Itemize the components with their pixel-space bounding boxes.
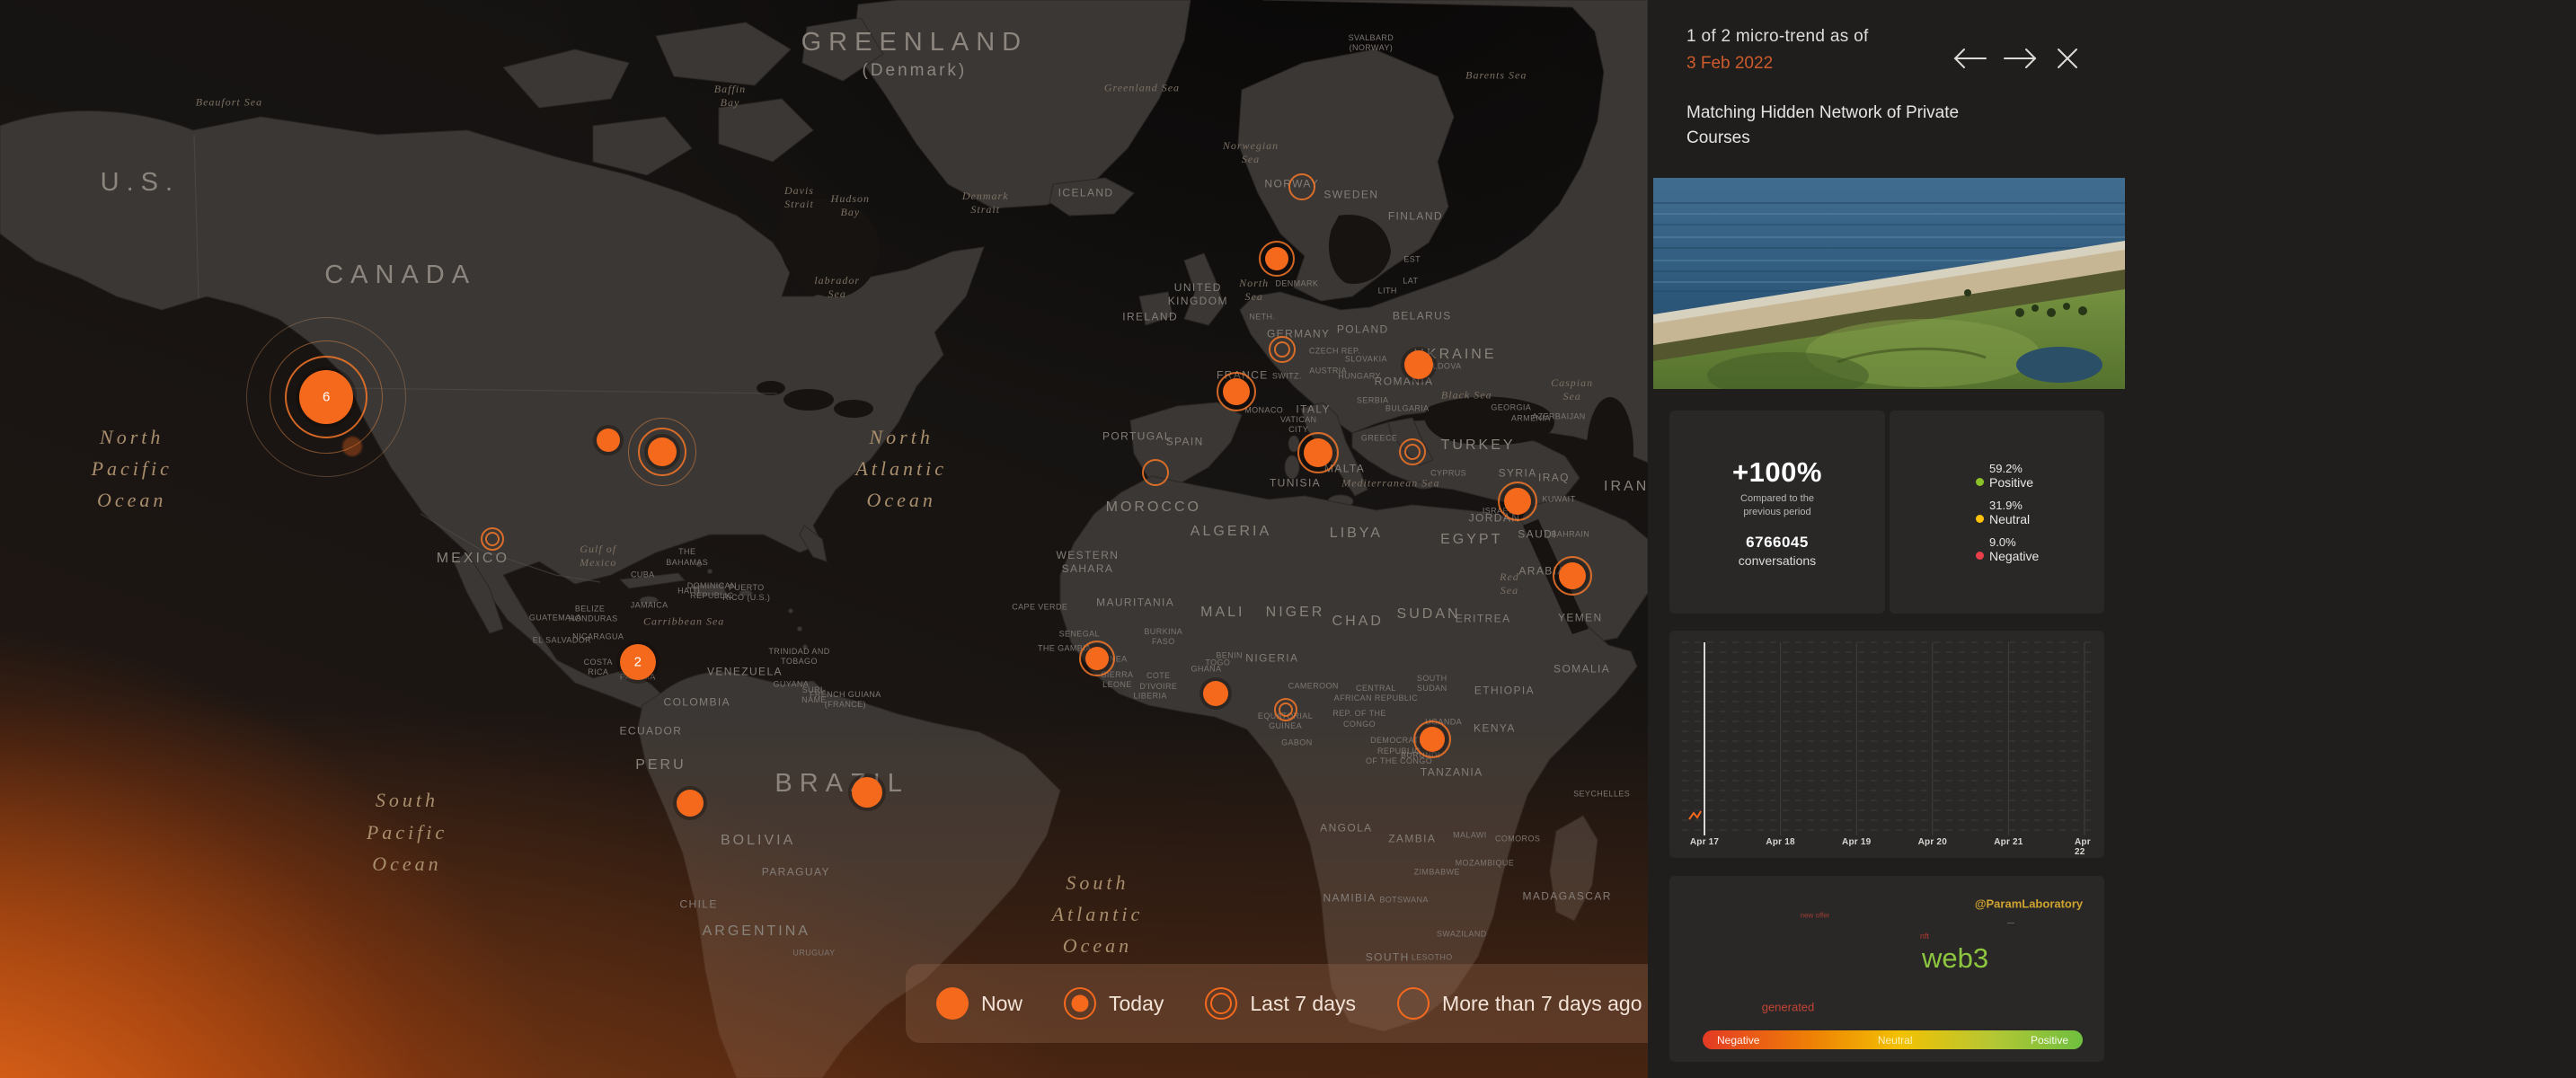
trend-detail-panel: 1 of 2 micro-trend as of 3 Feb 2022 Matc… xyxy=(1648,0,2576,1078)
next-trend-button[interactable] xyxy=(2001,43,2040,74)
legend-older-icon xyxy=(1397,987,1430,1020)
legend-item-week: Last 7 days xyxy=(1205,987,1356,1020)
change-caption: Compared to the previous period xyxy=(1740,493,1814,517)
volume-stat-card: +100% Compared to the previous period 67… xyxy=(1669,411,1885,614)
sentiment-row-positive: 59.2% Positive xyxy=(1976,462,2104,490)
conversations-count: 6766045 xyxy=(1746,533,1809,551)
scale-positive-label: Positive xyxy=(2030,1033,2068,1047)
chart-date-label: Apr 22 xyxy=(2075,837,2091,857)
world-map[interactable]: GREENLAND (Denmark) SVALBARD (NORWAY) Beauf… xyxy=(0,0,1648,1078)
wordcloud-word[interactable]: @ParamLaboratory xyxy=(1975,897,2083,911)
chart-date-label: Apr 18 xyxy=(1766,837,1795,847)
sentiment-stat-card: 59.2% Positive 31.9% Neutral 9.0% Negative xyxy=(1890,411,2104,614)
scale-negative-label: Negative xyxy=(1717,1033,1760,1047)
positive-dot-icon xyxy=(1976,478,1984,486)
close-icon[interactable] xyxy=(2054,45,2081,72)
panel-header-date: 3 Feb 2022 xyxy=(1686,54,1774,73)
legend-item-now: Now xyxy=(936,987,1022,1020)
panel-header-count: 1 of 2 micro-trend as of xyxy=(1686,27,1869,46)
legend-item-older: More than 7 days ago xyxy=(1397,987,1642,1020)
sentiment-scale-bar: Negative Neutral Positive xyxy=(1703,1030,2083,1049)
chart-date-label: Apr 19 xyxy=(1842,837,1872,847)
conversations-label: conversations xyxy=(1738,552,1817,568)
wordcloud-word[interactable]: web3 xyxy=(1922,942,1988,975)
negative-dot-icon xyxy=(1976,552,1984,560)
sentiment-row-negative: 9.0% Negative xyxy=(1976,535,2104,563)
legend-today-icon xyxy=(1064,987,1097,1020)
wordcloud-word[interactable]: nft xyxy=(1920,932,1929,941)
legend-week-icon xyxy=(1205,987,1238,1020)
prev-trend-button[interactable] xyxy=(1950,43,1989,74)
chart-grid xyxy=(1682,641,2094,835)
world-map-landmass xyxy=(0,0,1648,1078)
chart-date-label: Apr 20 xyxy=(1917,837,1947,847)
trend-title: Matching Hidden Network of Private Cours… xyxy=(1686,103,1960,147)
chart-date-label: Apr 21 xyxy=(1994,837,2023,847)
change-percent: +100% xyxy=(1732,456,1822,489)
wordcloud-word[interactable]: — xyxy=(2007,919,2014,927)
wordcloud-word[interactable]: generated xyxy=(1762,1001,1815,1014)
legend-now-icon xyxy=(936,987,969,1020)
scale-neutral-label: Neutral xyxy=(1877,1033,1913,1047)
map-legend: Now Today Last 7 days More than 7 days ago xyxy=(906,964,1648,1043)
trend-map-app: GREENLAND (Denmark) SVALBARD (NORWAY) Beauf… xyxy=(0,0,2576,1078)
trend-image xyxy=(1653,178,2125,389)
wordcloud-word[interactable]: new offer xyxy=(1801,912,1830,920)
wordcloud-card: @ParamLaboratory — new offer nft web3 generat… xyxy=(1669,876,2104,1062)
legend-item-today: Today xyxy=(1064,987,1164,1020)
neutral-dot-icon xyxy=(1976,515,1984,523)
chart-date-label: Apr 17 xyxy=(1689,837,1720,847)
sentiment-row-neutral: 31.9% Neutral xyxy=(1976,499,2104,526)
conversations-chart-card: Apr 17 Apr 18 Apr 19 Apr 20 Apr 21 Apr 22 xyxy=(1669,631,2104,858)
